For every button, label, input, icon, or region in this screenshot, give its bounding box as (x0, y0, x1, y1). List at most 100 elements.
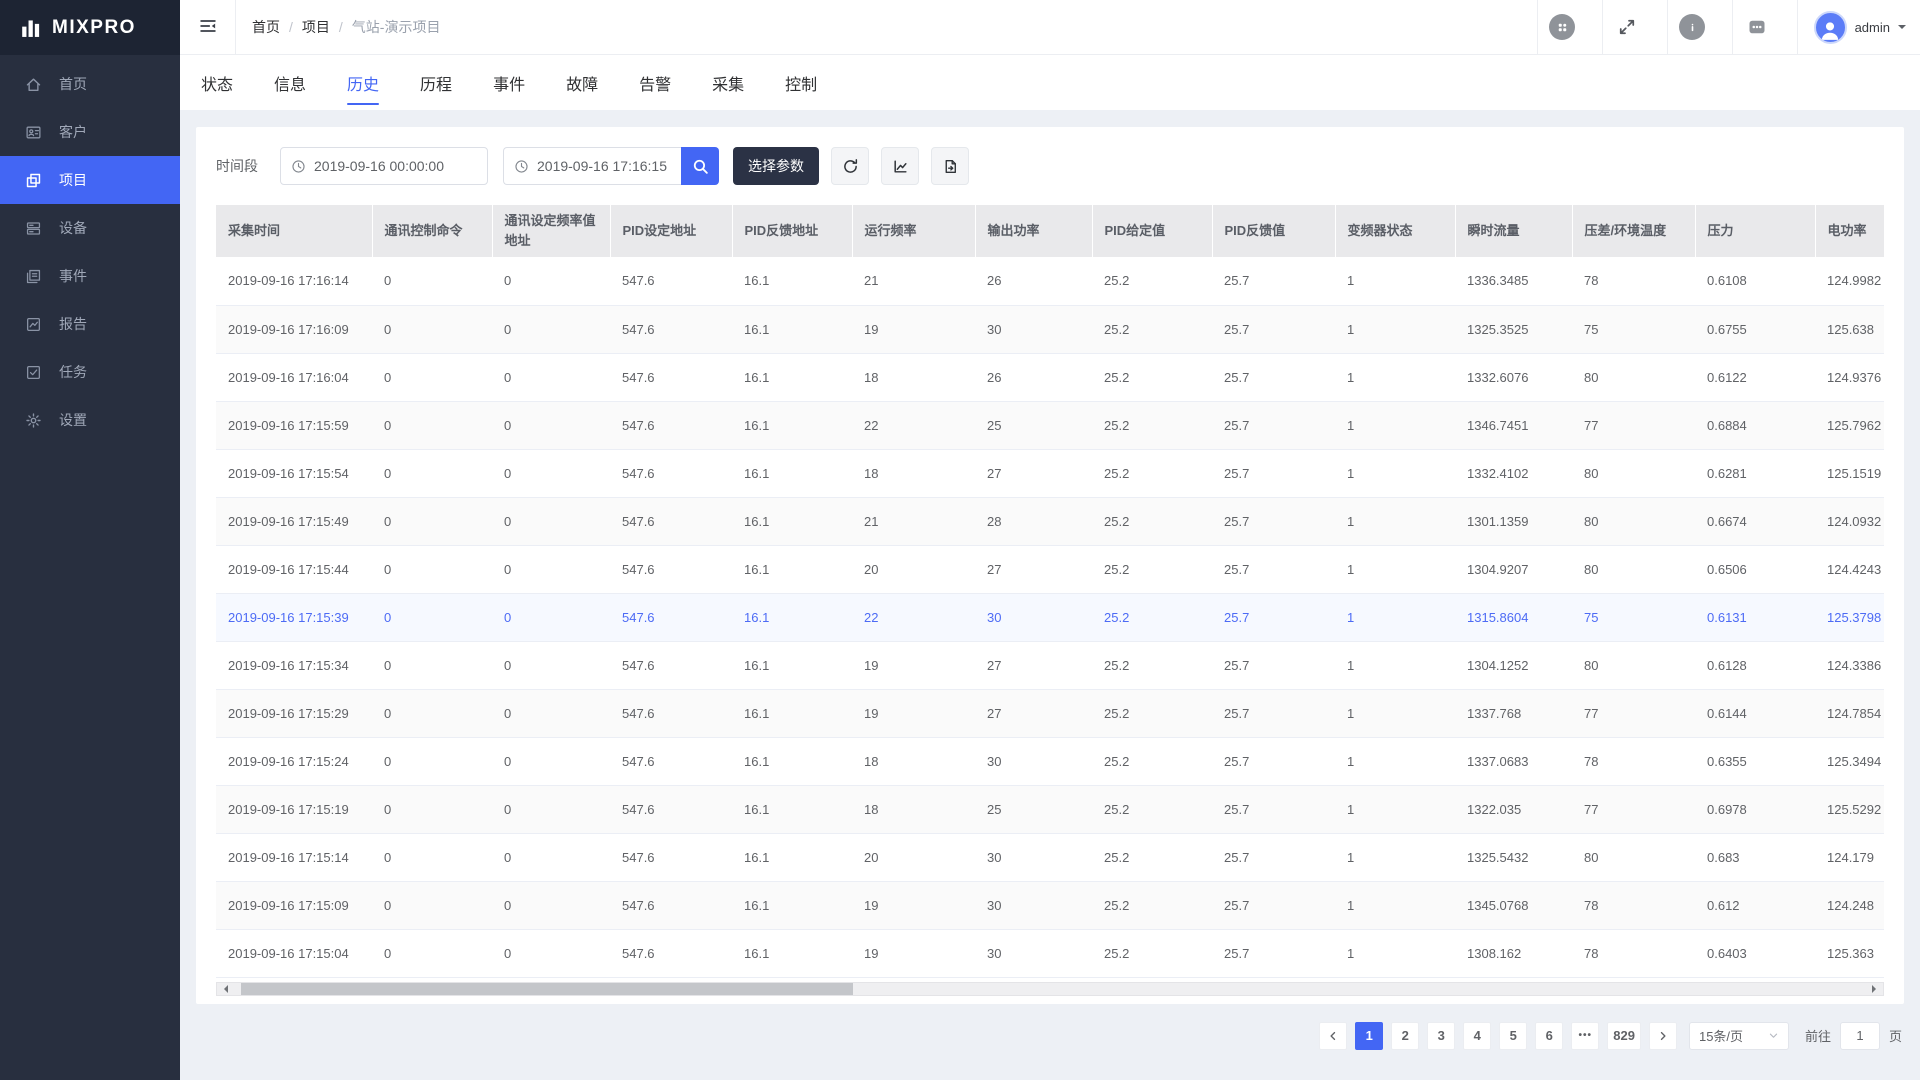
breadcrumb-item[interactable]: 首页 (252, 17, 280, 37)
table-cell: 0 (372, 929, 492, 977)
end-time-input[interactable] (503, 147, 681, 185)
table-cell: 1304.9207 (1455, 545, 1572, 593)
sidebar-item-label: 事件 (59, 266, 87, 286)
table-cell: 0.683 (1695, 833, 1815, 881)
page-size-select[interactable]: 15条/页 (1689, 1022, 1789, 1050)
sidebar-item-projects[interactable]: 项目 (0, 156, 180, 204)
page-button-6[interactable]: 6 (1535, 1022, 1563, 1050)
table-cell: 124.9376 (1815, 353, 1884, 401)
table-row[interactable]: 2019-09-16 17:15:2400547.616.1183025.225… (216, 737, 1884, 785)
page-button-5[interactable]: 5 (1499, 1022, 1527, 1050)
table-cell: 1 (1335, 305, 1455, 353)
column-header: 输出功率 (975, 205, 1092, 257)
goto-page-input[interactable] (1840, 1022, 1880, 1050)
tab-历程[interactable]: 历程 (420, 55, 452, 110)
table-cell: 25.2 (1092, 497, 1212, 545)
table-row[interactable]: 2019-09-16 17:15:0900547.616.1193025.225… (216, 881, 1884, 929)
tab-信息[interactable]: 信息 (274, 55, 306, 110)
sidebar-item-settings[interactable]: 设置 (0, 396, 180, 444)
table-row[interactable]: 2019-09-16 17:15:1900547.616.1182525.225… (216, 785, 1884, 833)
topbar: 首页/项目/气站-演示项目 (180, 0, 1920, 55)
table-cell: 1337.768 (1455, 689, 1572, 737)
table-row[interactable]: 2019-09-16 17:15:1400547.616.1203025.225… (216, 833, 1884, 881)
table-cell: 1 (1335, 833, 1455, 881)
sidebar-item-customers[interactable]: 客户 (0, 108, 180, 156)
scroll-left-icon[interactable] (220, 985, 228, 993)
table-cell: 125.5292 (1815, 785, 1884, 833)
table-cell: 2019-09-16 17:15:54 (216, 449, 372, 497)
table-row[interactable]: 2019-09-16 17:15:4900547.616.1212825.225… (216, 497, 1884, 545)
scrollbar-thumb[interactable] (241, 983, 853, 995)
table-cell: 0 (372, 737, 492, 785)
user-menu[interactable]: admin (1798, 11, 1920, 44)
table-cell: 25.7 (1212, 497, 1335, 545)
scroll-right-icon[interactable] (1872, 985, 1880, 993)
table-row[interactable]: 2019-09-16 17:15:5900547.616.1222525.225… (216, 401, 1884, 449)
next-page-button[interactable] (1649, 1022, 1677, 1050)
column-header: 通讯控制命令 (372, 205, 492, 257)
start-time-value[interactable] (314, 158, 477, 174)
table-cell: 0 (492, 593, 610, 641)
table-cell: 16.1 (732, 641, 852, 689)
table-cell: 25 (975, 401, 1092, 449)
horizontal-scrollbar[interactable] (216, 982, 1884, 996)
task-icon (25, 364, 42, 381)
table-cell: 0.6884 (1695, 401, 1815, 449)
table-row[interactable]: 2019-09-16 17:15:4400547.616.1202725.225… (216, 545, 1884, 593)
chart-button[interactable] (881, 147, 919, 185)
table-row[interactable]: 2019-09-16 17:15:3900547.616.1223025.225… (216, 593, 1884, 641)
search-button[interactable] (681, 147, 719, 185)
table-cell: 19 (852, 929, 975, 977)
message-button[interactable] (1733, 0, 1782, 54)
table-cell: 547.6 (610, 689, 732, 737)
end-time-value[interactable] (537, 158, 671, 174)
page-button-1[interactable]: 1 (1355, 1022, 1383, 1050)
sidebar-item-tasks[interactable]: 任务 (0, 348, 180, 396)
page-ellipsis[interactable]: ••• (1571, 1022, 1599, 1050)
table-cell: 78 (1572, 881, 1695, 929)
info-button[interactable] (1668, 0, 1717, 54)
tab-故障[interactable]: 故障 (566, 55, 598, 110)
tab-事件[interactable]: 事件 (493, 55, 525, 110)
table-cell: 1322.035 (1455, 785, 1572, 833)
tab-采集[interactable]: 采集 (712, 55, 744, 110)
table-cell: 25.2 (1092, 641, 1212, 689)
table-row[interactable]: 2019-09-16 17:15:0400547.616.1193025.225… (216, 929, 1884, 977)
table-row[interactable]: 2019-09-16 17:15:5400547.616.1182725.225… (216, 449, 1884, 497)
page-button-2[interactable]: 2 (1391, 1022, 1419, 1050)
clock-icon (514, 159, 529, 174)
sidebar-item-devices[interactable]: 设备 (0, 204, 180, 252)
table-row[interactable]: 2019-09-16 17:16:1400547.616.1212625.225… (216, 257, 1884, 305)
start-time-input[interactable] (280, 147, 488, 185)
page-button-829[interactable]: 829 (1607, 1022, 1641, 1050)
table-row[interactable]: 2019-09-16 17:16:0900547.616.1193025.225… (216, 305, 1884, 353)
table-row[interactable]: 2019-09-16 17:16:0400547.616.1182625.225… (216, 353, 1884, 401)
table-cell: 16.1 (732, 737, 852, 785)
tab-控制[interactable]: 控制 (785, 55, 817, 110)
table-cell: 75 (1572, 593, 1695, 641)
sidebar-item-home[interactable]: 首页 (0, 60, 180, 108)
sidebar-item-events[interactable]: 事件 (0, 252, 180, 300)
sidebar-collapse-icon[interactable] (198, 16, 220, 38)
tab-状态[interactable]: 状态 (201, 55, 233, 110)
page-button-3[interactable]: 3 (1427, 1022, 1455, 1050)
table-cell: 1346.7451 (1455, 401, 1572, 449)
tab-历史[interactable]: 历史 (347, 55, 379, 110)
table-cell: 1 (1335, 545, 1455, 593)
export-button[interactable] (931, 147, 969, 185)
tab-告警[interactable]: 告警 (639, 55, 671, 110)
table-row[interactable]: 2019-09-16 17:15:3400547.616.1192725.225… (216, 641, 1884, 689)
sidebar-item-reports[interactable]: 报告 (0, 300, 180, 348)
fullscreen-button[interactable] (1603, 0, 1652, 54)
table-cell: 21 (852, 257, 975, 305)
apps-button[interactable] (1538, 0, 1587, 54)
app-root: MIXPRO 首页客户项目设备事件报告任务设置 首页/项目/气站-演示项目 (0, 0, 1920, 1080)
prev-page-button[interactable] (1319, 1022, 1347, 1050)
select-params-button[interactable]: 选择参数 (733, 147, 819, 185)
page-button-4[interactable]: 4 (1463, 1022, 1491, 1050)
refresh-button[interactable] (831, 147, 869, 185)
column-header: 压差/环境温度 (1572, 205, 1695, 257)
table-cell: 2019-09-16 17:15:04 (216, 929, 372, 977)
breadcrumb-item[interactable]: 项目 (302, 17, 330, 37)
table-row[interactable]: 2019-09-16 17:15:2900547.616.1192725.225… (216, 689, 1884, 737)
